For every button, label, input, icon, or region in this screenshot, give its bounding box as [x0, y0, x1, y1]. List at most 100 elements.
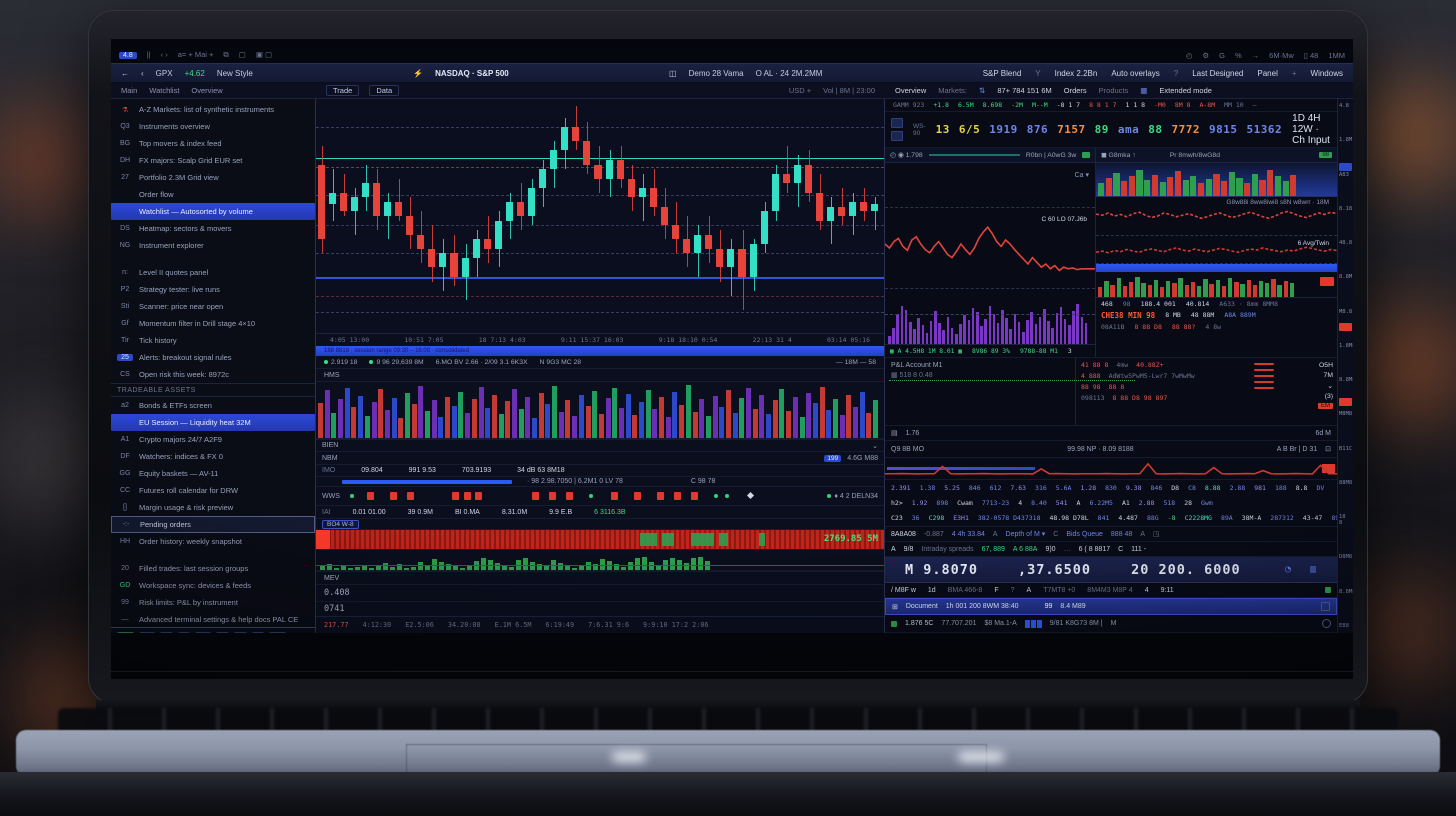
sidebar-item[interactable]: GDWorkspace sync: devices & feeds [111, 577, 315, 594]
alert-chip[interactable] [1320, 277, 1334, 286]
flash-icon[interactable]: ⚡ [413, 69, 423, 78]
candle[interactable] [384, 202, 391, 216]
sidebar-item[interactable]: TirTick history [111, 332, 315, 349]
candle[interactable] [517, 202, 524, 216]
candle[interactable] [450, 253, 457, 276]
candle[interactable] [417, 235, 424, 249]
sidebar-item[interactable]: A1Crypto majors 24/7 A2F9 [111, 431, 315, 448]
candlestick-chart[interactable] [316, 99, 884, 334]
style-dropdown[interactable]: New Style [217, 69, 253, 78]
candle[interactable] [672, 225, 679, 239]
candle[interactable] [428, 249, 435, 268]
indicator-row-nbm[interactable]: NBM 199 4.6G M88 [316, 451, 884, 464]
candle[interactable] [561, 127, 568, 150]
candle[interactable] [783, 174, 790, 183]
tab-main[interactable]: Main [121, 86, 137, 95]
order-book-control[interactable]: O5H [1319, 362, 1333, 369]
tab-overview[interactable]: Overview [191, 86, 222, 95]
sidebar-item[interactable]: NGInstrument explorer [111, 237, 315, 254]
tab-trade[interactable]: Trade [326, 85, 359, 96]
tab-watchlist[interactable]: Watchlist [149, 86, 179, 95]
sidebar-item[interactable]: DFWatchers: indices & FX 0 [111, 448, 315, 465]
titlebar-right-icons[interactable]: ◴⚙G%→6M·Mw▯ 481MM [1186, 51, 1345, 60]
chip-row[interactable]: BO4 W-8 [316, 518, 884, 529]
candle[interactable] [738, 249, 745, 277]
order-book[interactable]: 41 88 84mw40.88Z+4 888AdWtw5PwM5-Lwr7 7w… [1075, 358, 1250, 425]
right-toolbar-items[interactable]: OverviewMarkets:⇅87+ 784 151 6MOrdersPro… [885, 86, 1353, 95]
sidebar-item[interactable]: 27Portfolio 2.3M Grid view [111, 169, 315, 186]
session-label[interactable]: Demo 28 Vama [689, 69, 744, 78]
candle[interactable] [583, 141, 590, 164]
sidebar-item[interactable]: Watchlist — Autosorted by volume [111, 203, 315, 220]
candle[interactable] [661, 207, 668, 226]
quotes-grid[interactable]: 2.3911.385.258466127.633165.6A1.288309.3… [885, 480, 1337, 527]
signal-marker-row[interactable]: WWS ♦ 4 2 DELN34 [316, 486, 884, 505]
sidebar-item[interactable]: StiScanner: price near open [111, 298, 315, 315]
sidebar-item[interactable]: ⚗A-Z Markets: list of synthetic instrume… [111, 101, 315, 118]
subpanel-live-header[interactable]: ◴ ◉ 1.798 R0bn | A0wG 3w [885, 148, 1095, 163]
expand-icon[interactable]: ⊡ [1325, 445, 1331, 453]
timeframe-switcher[interactable]: 1D 4H 12W · Ch Input [1292, 113, 1331, 146]
sidebar-item[interactable]: CSOpen risk this week: 8972c [111, 366, 315, 383]
candle[interactable] [473, 239, 480, 258]
sidebar-item[interactable]: HHOrder history: weekly snapshot [111, 533, 315, 550]
target-icon[interactable] [1322, 619, 1331, 628]
sidebar-item[interactable]: DHFX majors: Scalp Grid EUR set [111, 152, 315, 169]
progress-row[interactable]: · 98 2.98.7050 | 6.2M1 0 LV 78 C 98 78 [316, 476, 884, 486]
candle[interactable] [750, 244, 757, 277]
candle[interactable] [838, 207, 845, 216]
sidebar-item[interactable]: EU Session — Liquidity heat 32M [111, 414, 315, 431]
candle[interactable] [528, 188, 535, 216]
candle[interactable] [683, 239, 690, 253]
candle[interactable] [794, 165, 801, 184]
sidebar-item[interactable]: BGTop movers & index feed [111, 135, 315, 152]
candle[interactable] [761, 211, 768, 244]
sidebar-item[interactable]: -:-Pending orders [111, 516, 315, 533]
collapse-button[interactable]: Ca ▾ [1075, 171, 1089, 179]
order-book-control[interactable]: ⌄ [1327, 382, 1333, 390]
back-icon[interactable]: ← [121, 69, 129, 78]
sidebar-item[interactable]: Order flow [111, 186, 315, 203]
volume-histogram[interactable] [316, 381, 884, 439]
sidebar-item[interactable]: CCFutures roll calendar for DRW [111, 482, 315, 499]
candle[interactable] [871, 204, 878, 211]
candle[interactable] [495, 221, 502, 249]
sidebar-item[interactable]: GGEquity baskets — AV-11 [111, 465, 315, 482]
sidebar-item[interactable]: —Advanced terminal settings & help docs … [111, 611, 315, 628]
sidebar-chip[interactable]: 4P [139, 632, 155, 634]
pending-order-row[interactable]: 1.876 5C 77.707.201 $8 Ma.1-A 9/81 K8G73… [885, 615, 1337, 633]
candle[interactable] [849, 202, 856, 216]
candle[interactable] [362, 183, 369, 197]
candle[interactable] [406, 216, 413, 235]
table-header-row[interactable]: Q9 8B MO 99.98 NP · 8.09 8188 A B Br | D… [885, 441, 1337, 458]
sidebar-item[interactable]: 99Risk limits: P&L by instrument [111, 594, 315, 611]
candle[interactable] [705, 235, 712, 249]
candle[interactable] [340, 193, 347, 212]
price-line-chart[interactable]: C 60 LO 07.J6b [885, 207, 1095, 289]
sidebar-chip[interactable]: A [160, 632, 172, 634]
header-right[interactable]: A B Br | D 31 [1277, 446, 1317, 453]
sidebar-item[interactable]: 20Filled trades: last session groups [111, 560, 315, 577]
clock-icon[interactable]: ◔ [1285, 564, 1292, 575]
header-items[interactable]: R0bn | A0wG 3w [1026, 152, 1077, 159]
tab-data[interactable]: Data [369, 85, 399, 96]
sidebar-item[interactable]: a2Bonds & ETFs screen [111, 397, 315, 414]
chart-mini-options[interactable]: USD +Vol | 8M | 23:00 [789, 86, 875, 95]
subpanel-markets-header[interactable]: ◼ G8mka ↑ Pr 8mwh/8wG8d 98 [1096, 148, 1337, 163]
selection-bar[interactable]: 188 8818 · session range 09:30 – 16:00 ·… [316, 346, 884, 356]
ticker-title[interactable]: NASDAQ · S&P 500 [435, 69, 509, 78]
order-book-control[interactable]: (3) [1325, 393, 1333, 400]
candle[interactable] [439, 253, 446, 267]
chevron-down-icon[interactable]: ⌄ [872, 442, 878, 450]
candle[interactable] [484, 239, 491, 248]
candle[interactable] [373, 183, 380, 216]
candle[interactable] [716, 249, 723, 268]
candle[interactable] [694, 235, 701, 254]
sidebar-item[interactable]: n:Level II quotes panel [111, 264, 315, 281]
symbol-label[interactable]: GPX [156, 69, 173, 78]
sidebar-chip[interactable]: EG [117, 632, 134, 634]
candle[interactable] [572, 127, 579, 141]
grid-icon[interactable]: ▥ [1310, 564, 1317, 575]
sidebar-item[interactable]: GfMomentum filter in Drill stage 4×10 [111, 315, 315, 332]
candle[interactable] [318, 165, 325, 240]
